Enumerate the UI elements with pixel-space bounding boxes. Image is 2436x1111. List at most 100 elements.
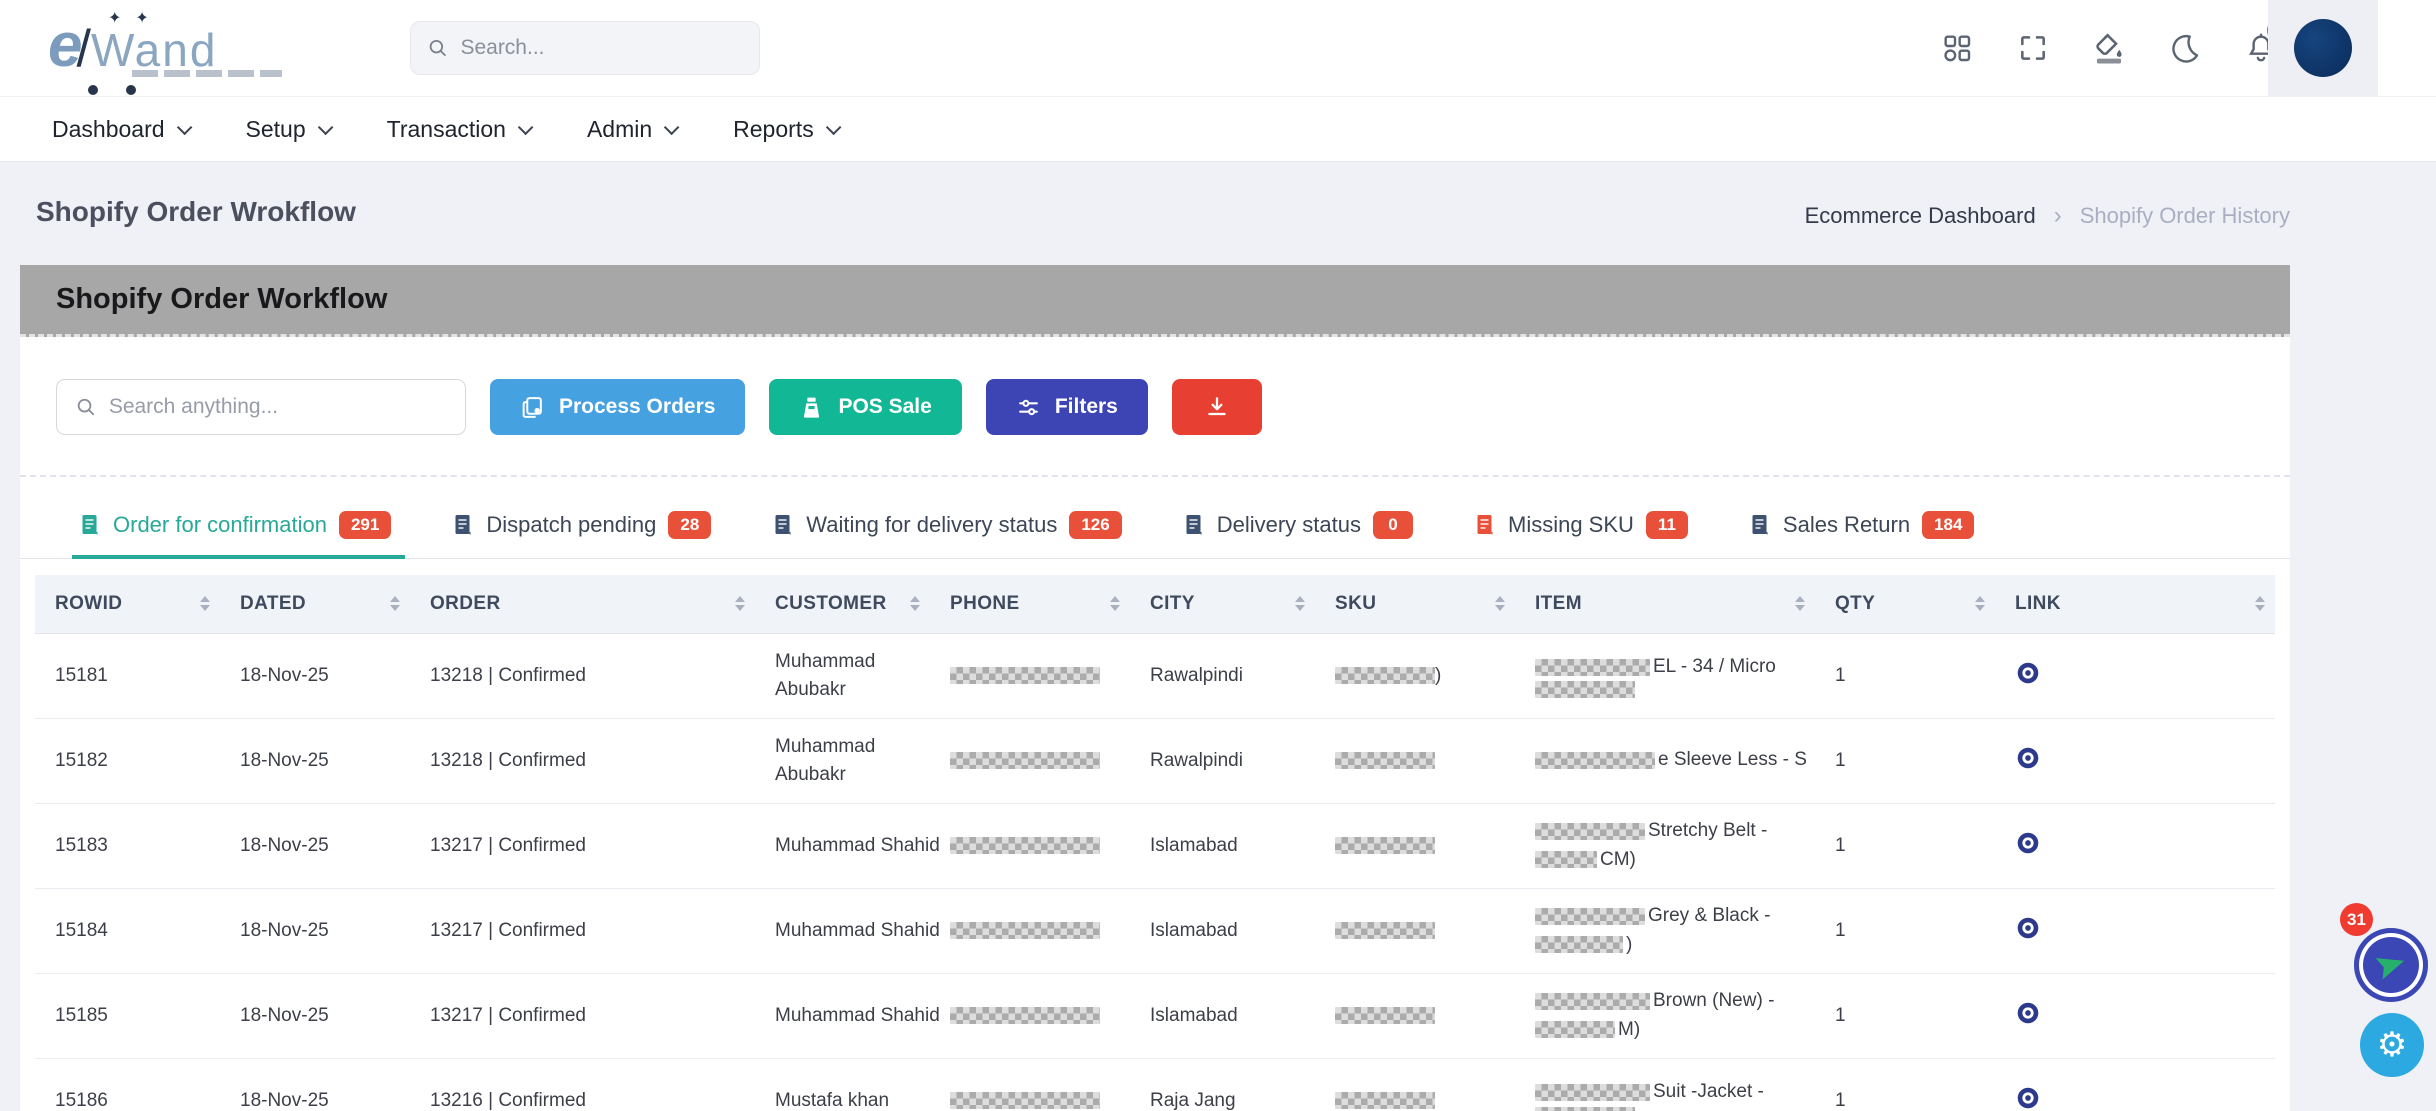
eye-icon bbox=[2015, 915, 2041, 941]
cell-phone bbox=[930, 1058, 1130, 1111]
column-header-dated[interactable]: DATED bbox=[220, 575, 410, 633]
nav-item-label: Setup bbox=[246, 116, 306, 143]
chevron-down-icon bbox=[317, 119, 333, 135]
cell-item: e Sleeve Less - S bbox=[1515, 718, 1815, 803]
table-search-input[interactable] bbox=[109, 395, 447, 419]
nav-item-label: Reports bbox=[733, 116, 814, 143]
export-download-button[interactable] bbox=[1172, 379, 1262, 435]
eye-icon bbox=[2015, 830, 2041, 856]
breadcrumb-item-ecommerce-dashboard[interactable]: Ecommerce Dashboard bbox=[1805, 203, 2036, 229]
view-order-link[interactable] bbox=[2015, 830, 2041, 856]
eye-icon bbox=[2015, 745, 2041, 771]
card-toolbar: Process Orders POS Sale Filters bbox=[20, 337, 2290, 435]
sort-arrows-icon[interactable] bbox=[200, 596, 210, 611]
pos-sale-button[interactable]: POS Sale bbox=[769, 379, 961, 435]
nav-item-setup[interactable]: Setup bbox=[246, 116, 329, 143]
invoice-icon bbox=[1750, 513, 1771, 537]
view-order-link[interactable] bbox=[2015, 745, 2041, 771]
search-icon bbox=[75, 395, 97, 419]
filters-button[interactable]: Filters bbox=[986, 379, 1148, 435]
redacted-block bbox=[1535, 823, 1645, 840]
tab-dispatch-pending[interactable]: Dispatch pending28 bbox=[453, 511, 711, 559]
column-header-order[interactable]: ORDER bbox=[410, 575, 755, 633]
nav-item-dashboard[interactable]: Dashboard bbox=[52, 116, 188, 143]
cell-item: EL - 34 / Micro bbox=[1515, 633, 1815, 718]
chat-fab-button[interactable] bbox=[2354, 928, 2428, 1002]
cell-phone bbox=[930, 973, 1130, 1058]
global-search[interactable] bbox=[410, 21, 760, 75]
column-header-item[interactable]: ITEM bbox=[1515, 575, 1815, 633]
sort-arrows-icon[interactable] bbox=[735, 596, 745, 611]
tab-missing-sku[interactable]: Missing SKU11 bbox=[1475, 511, 1688, 559]
cell-phone bbox=[930, 633, 1130, 718]
cell-dated: 18-Nov-25 bbox=[220, 718, 410, 803]
redacted-block bbox=[950, 667, 1100, 684]
fullscreen-icon[interactable] bbox=[2014, 29, 2052, 67]
tab-count-badge: 291 bbox=[339, 511, 391, 539]
redacted-block bbox=[1535, 752, 1655, 769]
sort-arrows-icon[interactable] bbox=[390, 596, 400, 611]
cell-dated: 18-Nov-25 bbox=[220, 888, 410, 973]
column-header-city[interactable]: CITY bbox=[1130, 575, 1315, 633]
cell-order: 13216 | Confirmed bbox=[410, 1058, 755, 1111]
apps-grid-icon[interactable] bbox=[1938, 29, 1976, 67]
nav-item-reports[interactable]: Reports bbox=[733, 116, 837, 143]
item-visible-text: Brown (New) - bbox=[1653, 987, 1774, 1016]
table-search[interactable] bbox=[56, 379, 466, 435]
cell-rowid: 15185 bbox=[35, 973, 220, 1058]
view-order-link[interactable] bbox=[2015, 915, 2041, 941]
sort-arrows-icon[interactable] bbox=[1295, 596, 1305, 611]
cell-sku bbox=[1315, 973, 1515, 1058]
tab-count-badge: 0 bbox=[1373, 511, 1413, 539]
item-visible-text: e Sleeve Less - S bbox=[1658, 746, 1807, 775]
column-header-qty[interactable]: QTY bbox=[1815, 575, 1995, 633]
sort-arrows-icon[interactable] bbox=[1110, 596, 1120, 611]
redacted-block bbox=[1535, 1107, 1635, 1111]
user-avatar[interactable] bbox=[2294, 19, 2352, 77]
cell-city: Raja Jang bbox=[1130, 1058, 1315, 1111]
brand-logo[interactable]: ✦✦ e/Wand bbox=[48, 10, 308, 90]
search-icon bbox=[427, 36, 448, 60]
view-order-link[interactable] bbox=[2015, 1085, 2041, 1111]
dark-mode-moon-icon[interactable] bbox=[2166, 29, 2204, 67]
sort-arrows-icon[interactable] bbox=[1975, 596, 1985, 611]
nav-item-label: Transaction bbox=[387, 116, 506, 143]
cell-city: Islamabad bbox=[1130, 803, 1315, 888]
column-header-customer[interactable]: CUSTOMER bbox=[755, 575, 930, 633]
column-label: ROWID bbox=[55, 593, 122, 615]
item-visible-text: CM) bbox=[1600, 846, 1636, 875]
view-order-link[interactable] bbox=[2015, 1000, 2041, 1026]
sort-arrows-icon[interactable] bbox=[910, 596, 920, 611]
column-header-sku[interactable]: SKU bbox=[1315, 575, 1515, 633]
cell-sku bbox=[1315, 803, 1515, 888]
nav-item-transaction[interactable]: Transaction bbox=[387, 116, 529, 143]
orders-table-body: 1518118-Nov-2513218 | ConfirmedMuhammadA… bbox=[35, 633, 2275, 1111]
settings-fab-button[interactable]: ⚙ bbox=[2360, 1013, 2424, 1077]
chat-count-badge: 31 bbox=[2340, 903, 2373, 936]
tab-waiting-for-delivery-status[interactable]: Waiting for delivery status126 bbox=[773, 511, 1121, 559]
tab-label: Missing SKU bbox=[1508, 512, 1634, 538]
column-label: PHONE bbox=[950, 593, 1020, 615]
nav-item-admin[interactable]: Admin bbox=[587, 116, 675, 143]
sort-arrows-icon[interactable] bbox=[1795, 596, 1805, 611]
cell-rowid: 15181 bbox=[35, 633, 220, 718]
process-orders-button[interactable]: Process Orders bbox=[490, 379, 745, 435]
tab-order-for-confirmation[interactable]: Order for confirmation291 bbox=[80, 511, 391, 559]
column-header-phone[interactable]: PHONE bbox=[930, 575, 1130, 633]
view-order-link[interactable] bbox=[2015, 660, 2041, 686]
sort-arrows-icon[interactable] bbox=[1495, 596, 1505, 611]
orders-table: ROWID DATED ORDER CUSTOMER PHONE CITY SK… bbox=[35, 575, 2275, 1111]
column-header-link[interactable]: LINK bbox=[1995, 575, 2275, 633]
item-visible-text: Suit -Jacket - bbox=[1653, 1078, 1764, 1107]
cell-phone bbox=[930, 718, 1130, 803]
column-header-rowid[interactable]: ROWID bbox=[35, 575, 220, 633]
cell-customer: Muhammad Shahid bbox=[755, 888, 930, 973]
tab-delivery-status[interactable]: Delivery status0 bbox=[1184, 511, 1413, 559]
sort-arrows-icon[interactable] bbox=[2255, 596, 2265, 611]
tab-sales-return[interactable]: Sales Return184 bbox=[1750, 511, 1975, 559]
global-search-input[interactable] bbox=[460, 36, 743, 60]
column-label: SKU bbox=[1335, 593, 1376, 615]
theme-paint-icon[interactable] bbox=[2090, 29, 2128, 67]
redacted-block bbox=[1535, 1084, 1650, 1101]
cell-qty: 1 bbox=[1815, 718, 1995, 803]
